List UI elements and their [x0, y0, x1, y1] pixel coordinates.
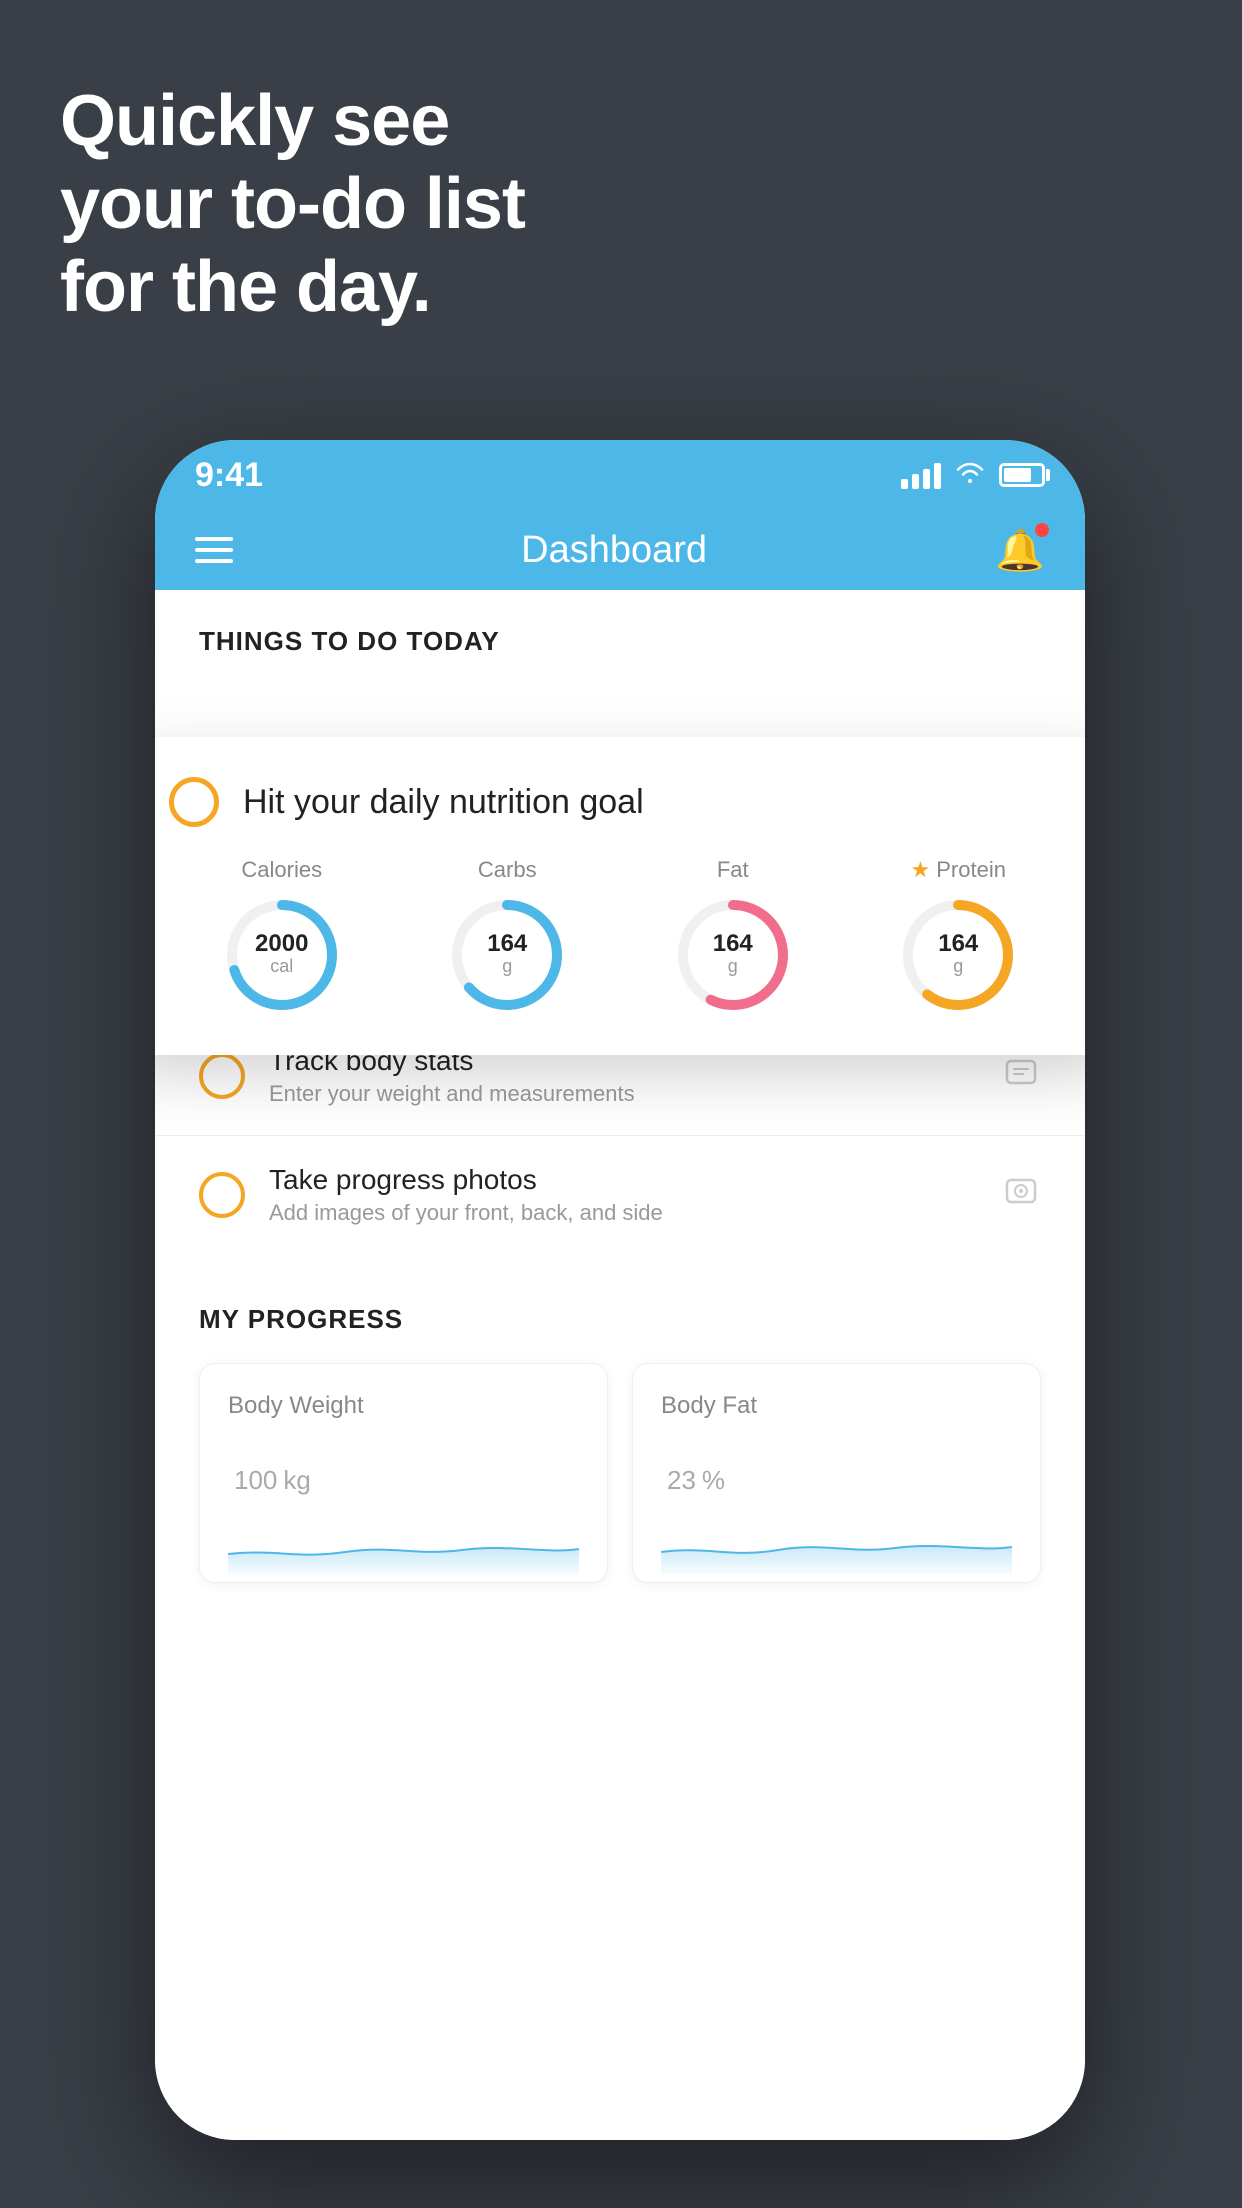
status-icons [901, 459, 1045, 491]
photos-text: Take progress photos Add images of your … [269, 1164, 977, 1226]
bell-icon[interactable]: 🔔 [995, 527, 1045, 574]
stat-protein: ★ Protein 164 g [898, 857, 1018, 1015]
body-weight-value: 100kg [228, 1440, 579, 1502]
photos-sub: Add images of your front, back, and side [269, 1200, 977, 1226]
photo-icon [1001, 1170, 1041, 1220]
headline-line3: for the day. [60, 246, 525, 329]
carbs-donut: 164 g [447, 895, 567, 1015]
calories-unit: cal [255, 956, 308, 978]
body-weight-wave [228, 1514, 579, 1574]
card-header: Hit your daily nutrition goal [169, 777, 1071, 827]
body-weight-label: Body Weight [228, 1392, 579, 1420]
nav-bar: Dashboard 🔔 [155, 510, 1085, 590]
fat-donut: 164 g [673, 895, 793, 1015]
todo-item-photos[interactable]: Take progress photos Add images of your … [155, 1135, 1085, 1254]
protein-donut: 164 g [898, 895, 1018, 1015]
carbs-label: Carbs [478, 857, 537, 883]
wifi-icon [955, 459, 985, 491]
protein-unit: g [938, 956, 978, 978]
section-title: THINGS TO DO TODAY [199, 626, 500, 656]
status-time: 9:41 [195, 456, 263, 495]
carbs-unit: g [487, 956, 527, 978]
nutrition-card: Hit your daily nutrition goal Calories [155, 737, 1085, 1055]
carbs-value: 164 [487, 932, 527, 956]
nutrition-title: Hit your daily nutrition goal [243, 783, 644, 822]
phone-mockup: 9:41 Dashboard 🔔 [155, 440, 1085, 2140]
body-fat-card: Body Fat 23% [632, 1363, 1041, 1583]
stat-fat: Fat 164 g [673, 857, 793, 1015]
phone-content: THINGS TO DO TODAY Hit your daily nutrit… [155, 590, 1085, 2140]
photos-title: Take progress photos [269, 1164, 977, 1196]
body-weight-card: Body Weight 100kg [199, 1363, 608, 1583]
calories-value: 2000 [255, 932, 308, 956]
nutrition-stats: Calories 2000 cal [169, 857, 1071, 1015]
headline: Quickly see your to-do list for the day. [60, 80, 525, 328]
nav-title: Dashboard [521, 529, 707, 572]
scale-icon [1001, 1051, 1041, 1101]
stat-carbs: Carbs 164 g [447, 857, 567, 1015]
battery-icon [999, 463, 1045, 487]
calories-donut: 2000 cal [222, 895, 342, 1015]
protein-value: 164 [938, 932, 978, 956]
notification-dot [1035, 523, 1049, 537]
todo-wrapper: Hit your daily nutrition goal Calories [155, 677, 1085, 1034]
body-fat-value: 23% [661, 1440, 1012, 1502]
stat-calories: Calories 2000 cal [222, 857, 342, 1015]
protein-label: ★ Protein [911, 857, 1006, 883]
fat-value: 164 [713, 932, 753, 956]
section-header: THINGS TO DO TODAY [155, 590, 1085, 677]
star-icon: ★ [911, 857, 931, 883]
nutrition-circle [169, 777, 219, 827]
body-fat-label: Body Fat [661, 1392, 1012, 1420]
status-bar: 9:41 [155, 440, 1085, 510]
calories-label: Calories [241, 857, 322, 883]
headline-line2: your to-do list [60, 163, 525, 246]
progress-title: MY PROGRESS [199, 1304, 1041, 1335]
hamburger-menu[interactable] [195, 537, 233, 563]
body-fat-wave [661, 1514, 1012, 1574]
signal-icon [901, 461, 941, 489]
fat-unit: g [713, 956, 753, 978]
progress-section: MY PROGRESS Body Weight 100kg [155, 1254, 1085, 1613]
body-stats-circle [199, 1053, 245, 1099]
photos-circle [199, 1172, 245, 1218]
headline-line1: Quickly see [60, 80, 525, 163]
progress-cards: Body Weight 100kg [199, 1363, 1041, 1583]
fat-label: Fat [717, 857, 749, 883]
body-stats-sub: Enter your weight and measurements [269, 1081, 977, 1107]
